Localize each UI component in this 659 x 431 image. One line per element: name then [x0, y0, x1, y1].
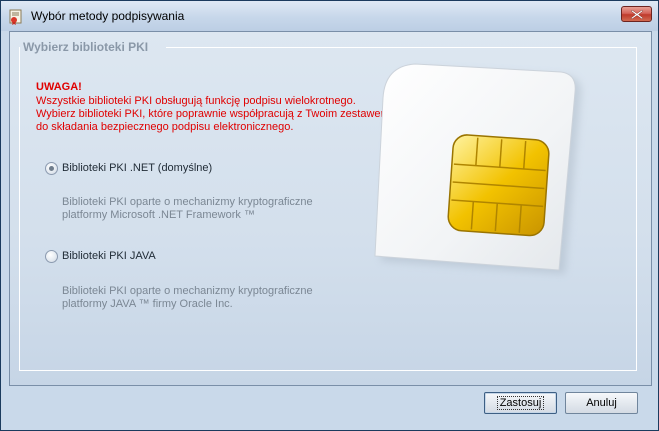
close-icon [631, 10, 643, 19]
close-button[interactable] [621, 6, 652, 22]
warning-title: UWAGA! [36, 81, 82, 93]
radio-net[interactable] [45, 162, 58, 175]
warning-line: Wybierz biblioteki PKI, które poprawnie … [36, 108, 390, 120]
radio-java-label[interactable]: Biblioteki PKI JAVA [62, 250, 156, 262]
smart-card-icon [374, 63, 582, 274]
cancel-button[interactable]: Anuluj [565, 392, 638, 414]
group-divider [166, 47, 637, 48]
group-title: Wybierz biblioteki PKI [23, 40, 149, 54]
warning-line: do składania bezpiecznego podpisu elektr… [36, 121, 294, 133]
certificate-icon [9, 9, 22, 25]
option-description: Biblioteki PKI oparte o mechanizmy krypt… [62, 196, 313, 208]
apply-button[interactable]: Zastosuj [484, 392, 557, 414]
dialog-window: Wybór metody podpisywania Wybierz biblio… [0, 0, 659, 431]
warning-line: Wszystkie biblioteki PKI obsługują funkc… [36, 95, 356, 107]
option-description: platformy JAVA ™ firmy Oracle Inc. [62, 298, 233, 310]
apply-button-label: Zastosuj [496, 396, 545, 410]
radio-net-label[interactable]: Biblioteki PKI .NET (domyślne) [62, 162, 212, 174]
title-bar[interactable]: Wybór metody podpisywania [1, 1, 658, 31]
window-title: Wybór metody podpisywania [31, 9, 185, 23]
option-description: platformy Microsoft .NET Framework ™ [62, 209, 255, 221]
option-description: Biblioteki PKI oparte o mechanizmy krypt… [62, 285, 313, 297]
radio-selected-dot [49, 166, 54, 171]
radio-java[interactable] [45, 250, 58, 263]
